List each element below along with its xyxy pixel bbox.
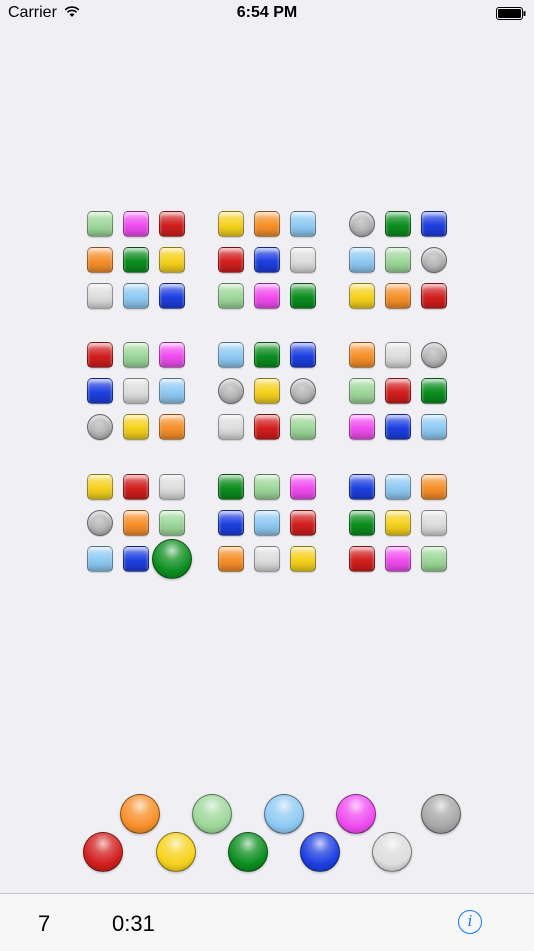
board-cell-mint[interactable] xyxy=(385,247,411,273)
board-cell-yellow[interactable] xyxy=(123,414,149,440)
board-cell-yellow[interactable] xyxy=(349,283,375,309)
palette-ball-green[interactable] xyxy=(228,832,268,872)
board-cell-magenta[interactable] xyxy=(349,414,375,440)
board-cell-lightblue[interactable] xyxy=(123,283,149,309)
empty-cell[interactable] xyxy=(349,211,375,237)
board-cell-red[interactable] xyxy=(123,474,149,500)
board-cell-white[interactable] xyxy=(123,378,149,404)
board-cell-white[interactable] xyxy=(254,546,280,572)
board-cell-blue[interactable] xyxy=(218,510,244,536)
bottom-toolbar: 7 0:31 i xyxy=(0,893,534,951)
board-cell-lightblue[interactable] xyxy=(385,474,411,500)
board-cell-orange[interactable] xyxy=(254,211,280,237)
board-cell-blue[interactable] xyxy=(254,247,280,273)
board-cell-white[interactable] xyxy=(87,283,113,309)
board-cell-mint[interactable] xyxy=(254,474,280,500)
game-board xyxy=(0,0,534,790)
board-cell-mint[interactable] xyxy=(123,342,149,368)
board-cell-lightblue[interactable] xyxy=(421,414,447,440)
board-cell-orange[interactable] xyxy=(123,510,149,536)
palette-ball-white[interactable] xyxy=(372,832,412,872)
board-cell-mint[interactable] xyxy=(218,283,244,309)
board-cell-mint[interactable] xyxy=(349,378,375,404)
board-cell-blue[interactable] xyxy=(385,414,411,440)
palette-ball-gray[interactable] xyxy=(421,794,461,834)
board-cell-magenta[interactable] xyxy=(290,474,316,500)
palette-ball-magenta[interactable] xyxy=(336,794,376,834)
board-cell-lightblue[interactable] xyxy=(87,546,113,572)
palette-ball-mint[interactable] xyxy=(192,794,232,834)
palette-ball-lightblue[interactable] xyxy=(264,794,304,834)
board-cell-yellow[interactable] xyxy=(290,546,316,572)
board-cell-green[interactable] xyxy=(218,474,244,500)
board-cell-magenta[interactable] xyxy=(123,211,149,237)
board-cell-yellow[interactable] xyxy=(254,378,280,404)
board-cell-orange[interactable] xyxy=(218,546,244,572)
board-cell-white[interactable] xyxy=(218,414,244,440)
board-cell-blue[interactable] xyxy=(87,378,113,404)
palette-ball-blue[interactable] xyxy=(300,832,340,872)
board-cell-white[interactable] xyxy=(421,510,447,536)
board-cell-white[interactable] xyxy=(159,474,185,500)
move-count: 7 xyxy=(38,911,51,936)
board-cell-white[interactable] xyxy=(290,247,316,273)
empty-cell[interactable] xyxy=(290,378,316,404)
board-cell-yellow[interactable] xyxy=(218,211,244,237)
board-cell-yellow[interactable] xyxy=(87,474,113,500)
board-cell-red[interactable] xyxy=(87,342,113,368)
board-cell-magenta[interactable] xyxy=(254,283,280,309)
board-cell-orange[interactable] xyxy=(385,283,411,309)
board-cell-blue[interactable] xyxy=(290,342,316,368)
palette-ball-red[interactable] xyxy=(83,832,123,872)
board-cell-green[interactable] xyxy=(349,510,375,536)
board-cell-blue[interactable] xyxy=(123,546,149,572)
board-cell-lightblue[interactable] xyxy=(218,342,244,368)
board-cell-orange[interactable] xyxy=(87,247,113,273)
board-cell-red[interactable] xyxy=(349,546,375,572)
board-cell-red[interactable] xyxy=(159,211,185,237)
board-cell-blue[interactable] xyxy=(159,283,185,309)
elapsed-timer: 0:31 xyxy=(112,911,155,936)
board-cell-green[interactable] xyxy=(421,378,447,404)
board-cell-green[interactable] xyxy=(290,283,316,309)
empty-cell[interactable] xyxy=(87,414,113,440)
board-cell-green[interactable] xyxy=(123,247,149,273)
board-cell-red[interactable] xyxy=(421,283,447,309)
board-cell-red[interactable] xyxy=(290,510,316,536)
board-cell-yellow[interactable] xyxy=(385,510,411,536)
board-cell-mint[interactable] xyxy=(421,546,447,572)
board-cell-orange[interactable] xyxy=(349,342,375,368)
board-cell-blue[interactable] xyxy=(349,474,375,500)
board-cell-red[interactable] xyxy=(218,247,244,273)
empty-cell[interactable] xyxy=(218,378,244,404)
board-cell-lightblue[interactable] xyxy=(159,378,185,404)
info-icon[interactable]: i xyxy=(458,910,482,934)
board-cell-magenta[interactable] xyxy=(159,342,185,368)
board-cell-mint[interactable] xyxy=(87,211,113,237)
palette-ball-orange[interactable] xyxy=(120,794,160,834)
board-cell-lightblue[interactable] xyxy=(290,211,316,237)
board-cell-mint[interactable] xyxy=(159,510,185,536)
board-cell-blue[interactable] xyxy=(421,211,447,237)
board-cell-orange[interactable] xyxy=(159,414,185,440)
board-cell-yellow[interactable] xyxy=(159,247,185,273)
empty-cell[interactable] xyxy=(421,342,447,368)
board-cell-orange[interactable] xyxy=(421,474,447,500)
board-cell-magenta[interactable] xyxy=(385,546,411,572)
empty-cell[interactable] xyxy=(421,247,447,273)
board-cell-green[interactable] xyxy=(385,211,411,237)
board-cell-red[interactable] xyxy=(385,378,411,404)
empty-cell[interactable] xyxy=(87,510,113,536)
board-cell-green[interactable] xyxy=(254,342,280,368)
board-cell-lightblue[interactable] xyxy=(254,510,280,536)
selected-ball-green[interactable] xyxy=(152,539,192,579)
board-cell-white[interactable] xyxy=(385,342,411,368)
board-cell-lightblue[interactable] xyxy=(349,247,375,273)
palette-ball-yellow[interactable] xyxy=(156,832,196,872)
board-cell-mint[interactable] xyxy=(290,414,316,440)
board-cell-red[interactable] xyxy=(254,414,280,440)
